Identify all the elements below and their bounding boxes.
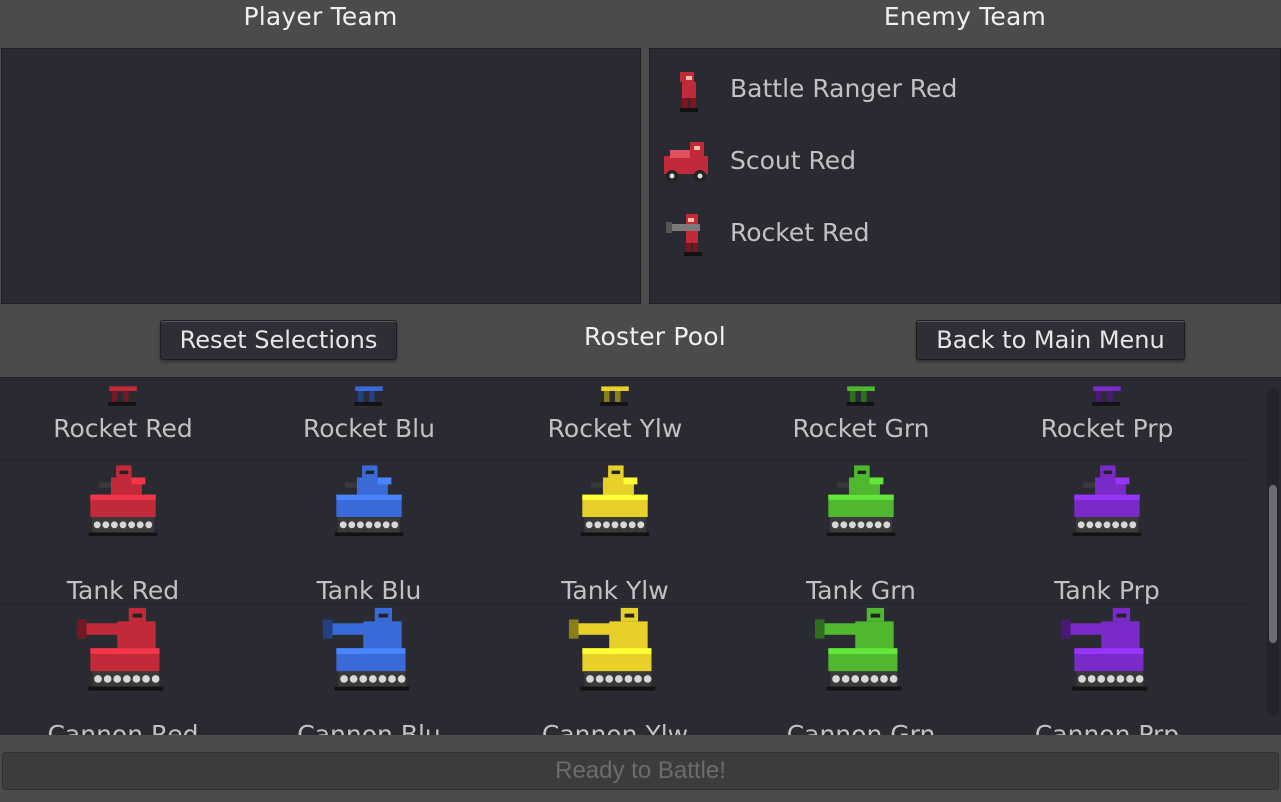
roster-unit-tank[interactable]: Tank Red xyxy=(0,460,246,605)
roster-unit-label: Tank Blu xyxy=(316,576,422,605)
enemy-unit-name: Scout Red xyxy=(730,146,857,175)
player-team-heading: Player Team xyxy=(243,2,398,31)
roster-unit-cannon[interactable]: Cannon Prp xyxy=(984,604,1230,735)
reset-selections-button[interactable]: Reset Selections xyxy=(160,320,397,360)
roster-unit-cannon[interactable]: Cannon Blu xyxy=(246,604,492,735)
tank-sprite-icon xyxy=(580,465,650,536)
cannon-sprite-icon xyxy=(322,607,410,691)
roster-unit-label: Rocket Ylw xyxy=(547,414,683,443)
tank-sprite-icon xyxy=(1072,465,1142,536)
rocket-sprite-icon xyxy=(354,386,383,406)
tank-sprite-icon xyxy=(88,465,158,536)
enemy-team-panel[interactable]: Battle Ranger Red Scout Red Rocket Red xyxy=(649,48,1281,304)
roster-unit-cannon[interactable]: Cannon Red xyxy=(0,604,246,735)
enemy-unit-row[interactable]: Scout Red xyxy=(650,125,1280,197)
cannon-sprite-icon xyxy=(76,607,164,691)
roster-unit-label: Cannon Grn xyxy=(786,720,936,735)
roster-unit-rocket[interactable]: Rocket Blu xyxy=(246,378,492,460)
roster-unit-label: Rocket Blu xyxy=(303,414,435,443)
roster-unit-tank[interactable]: Tank Grn xyxy=(738,460,984,605)
roster-unit-label: Cannon Prp xyxy=(1034,720,1180,735)
back-to-main-menu-button[interactable]: Back to Main Menu xyxy=(916,320,1185,360)
roster-pool-heading: Roster Pool xyxy=(584,322,726,351)
scout-car-sprite-icon xyxy=(664,141,708,182)
roster-scrollbar[interactable] xyxy=(1267,388,1279,716)
roster-unit-rocket[interactable]: Rocket Ylw xyxy=(492,378,738,460)
ranger-sprite-icon xyxy=(662,71,698,112)
ready-to-battle-button[interactable]: Ready to Battle! xyxy=(2,752,1279,790)
tank-sprite-icon xyxy=(826,465,896,536)
roster-unit-tank[interactable]: Tank Blu xyxy=(246,460,492,605)
roster-unit-rocket[interactable]: Rocket Red xyxy=(0,378,246,460)
roster-unit-label: Tank Prp xyxy=(1054,576,1160,605)
roster-unit-tank[interactable]: Tank Ylw xyxy=(492,460,738,605)
rocket-sprite-icon xyxy=(108,386,137,406)
rocket-sprite-icon xyxy=(1092,386,1121,406)
enemy-unit-row[interactable]: Battle Ranger Red xyxy=(650,53,1280,125)
roster-unit-label: Rocket Red xyxy=(53,414,193,443)
roster-unit-cannon[interactable]: Cannon Ylw xyxy=(492,604,738,735)
roster-unit-label: Cannon Blu xyxy=(297,720,441,735)
roster-unit-rocket[interactable]: Rocket Prp xyxy=(984,378,1230,460)
roster-scroll-thumb[interactable] xyxy=(1269,485,1277,643)
roster-unit-label: Cannon Ylw xyxy=(541,720,689,735)
roster-row: Rocket Red Rocket Blu Rocket Ylw Rocket Grn… xyxy=(0,378,1252,460)
roster-unit-label: Rocket Prp xyxy=(1040,414,1174,443)
roster-unit-rocket[interactable]: Rocket Grn xyxy=(738,378,984,460)
cannon-sprite-icon xyxy=(814,607,902,691)
roster-unit-label: Tank Grn xyxy=(806,576,916,605)
rocket-sprite-icon xyxy=(846,386,875,406)
player-team-panel[interactable] xyxy=(1,48,641,304)
cannon-sprite-icon xyxy=(1060,607,1148,691)
roster-unit-label: Rocket Grn xyxy=(792,414,930,443)
roster-unit-label: Tank Ylw xyxy=(561,576,669,605)
roster-unit-cannon[interactable]: Cannon Grn xyxy=(738,604,984,735)
enemy-unit-name: Rocket Red xyxy=(730,218,870,247)
enemy-unit-row[interactable]: Rocket Red xyxy=(650,197,1280,269)
roster-row: Tank Red Tank Blu Tank Ylw Tank Grn Tank Prp xyxy=(0,460,1252,605)
roster-unit-tank[interactable]: Tank Prp xyxy=(984,460,1230,605)
rocket-sprite-icon xyxy=(600,386,629,406)
enemy-team-heading: Enemy Team xyxy=(883,2,1047,31)
roster-unit-label: Cannon Red xyxy=(47,720,199,735)
cannon-sprite-icon xyxy=(568,607,656,691)
rocket-soldier-sprite-icon xyxy=(666,213,702,256)
roster-row: Cannon Red Cannon Blu Cannon Ylw Cannon Grn… xyxy=(0,604,1252,735)
roster-unit-label: Tank Red xyxy=(66,576,180,605)
tank-sprite-icon xyxy=(334,465,404,536)
roster-pool-panel[interactable]: Rocket Red Rocket Blu Rocket Ylw Rocket Grn… xyxy=(0,377,1281,735)
enemy-unit-name: Battle Ranger Red xyxy=(730,74,958,103)
